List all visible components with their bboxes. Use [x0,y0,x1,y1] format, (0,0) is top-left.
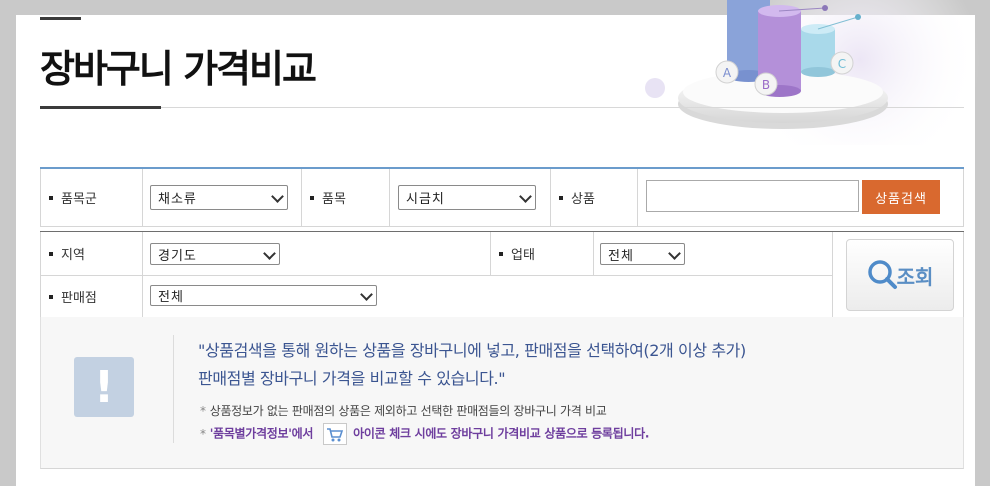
filter-row-1: 품목군 채소류 품목 시금치 상품 상품검색 [40,169,964,227]
item-select[interactable]: 시금치 [398,185,536,210]
info-line-1: "상품검색을 통해 원하는 상품을 장바구니에 넣고, 판매점을 선택하여(2개… [198,341,746,360]
product-search-button[interactable]: 상품검색 [862,180,940,214]
info-note-1: * 상품정보가 없는 판매점의 상품은 제외하고 선택한 판매점들의 장바구니 가… [200,404,607,418]
category-group-label: 품목군 [40,169,142,226]
cart-icon [323,423,348,445]
chevron-down-icon [271,190,284,203]
query-button[interactable]: 조회 [846,239,954,311]
chevron-down-icon [263,247,276,260]
badge-c: C [838,57,846,71]
business-type-select[interactable]: 전체 [600,243,685,265]
title-divider [161,107,964,108]
region-label: 지역 [40,232,142,275]
info-note-2: * '품목별가격정보'에서 아이콘 체크 시에도 장바구니 가격비교 상품으로 등록… [200,423,649,445]
title-underline [40,106,161,109]
info-divider [173,335,174,443]
chevron-down-icon [519,190,532,203]
query-label: 조회 [896,264,934,289]
product-input[interactable] [646,180,859,212]
info-message: "상품검색을 통해 원하는 상품을 장바구니에 넣고, 판매점을 선택하여(2개… [198,337,746,393]
magnifier-icon [867,260,897,289]
business-type-label: 업태 [490,232,592,275]
exclamation-icon: ! [74,357,134,417]
category-group-select[interactable]: 채소류 [150,185,288,210]
region-select[interactable]: 경기도 [150,243,280,265]
chevron-down-icon [360,288,373,301]
item-label: 품목 [301,169,391,226]
top-rule [40,17,81,20]
store-label: 판매점 [40,275,142,318]
product-label: 상품 [550,169,638,226]
info-panel: ! "상품검색을 통해 원하는 상품을 장바구니에 넣고, 판매점을 선택하여(… [40,317,964,469]
bar-chart-illustration: A B C [645,0,980,145]
store-select[interactable]: 전체 [150,285,377,306]
badge-b: B [762,78,770,92]
chevron-down-icon [668,247,681,260]
page-title: 장바구니 가격비교 [40,47,317,91]
price-info-link[interactable]: '품목별가격정보'에서 [210,427,314,441]
badge-a: A [723,66,732,80]
info-line-2: 판매점별 장바구니 가격을 비교할 수 있습니다." [198,369,506,388]
filter-row-2: 지역 경기도 업태 전체 판매점 전체 조회 [40,231,964,319]
